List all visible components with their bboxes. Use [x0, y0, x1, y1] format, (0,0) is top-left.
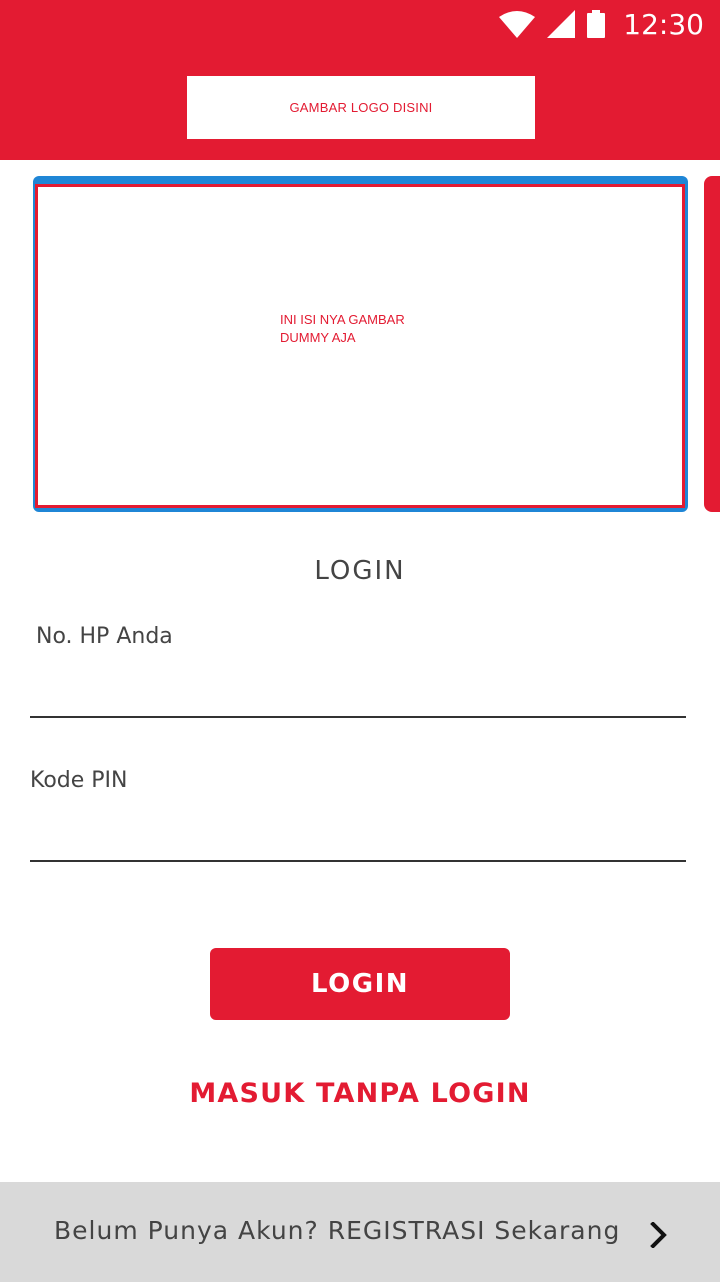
guest-login-link[interactable]: MASUK TANPA LOGIN — [0, 1078, 720, 1109]
carousel-slide-next[interactable] — [704, 176, 720, 512]
signal-icon — [547, 10, 576, 38]
logo-placeholder-text: GAMBAR LOGO DISINI — [289, 100, 433, 115]
carousel-slide-current[interactable]: INI ISI NYA GAMBAR DUMMY AJA — [33, 176, 688, 512]
app-header: 12:30 GAMBAR LOGO DISINI — [0, 0, 720, 160]
chevron-right-icon — [650, 1222, 667, 1248]
phone-input[interactable] — [30, 678, 686, 718]
login-button[interactable]: LOGIN — [210, 948, 510, 1020]
register-bar[interactable]: Belum Punya Akun? REGISTRASI Sekarang — [0, 1182, 720, 1282]
pin-input[interactable] — [30, 822, 686, 862]
status-time: 12:30 — [623, 7, 704, 41]
register-text: Belum Punya Akun? REGISTRASI Sekarang — [54, 1216, 621, 1245]
dummy-banner-text: INI ISI NYA GAMBAR DUMMY AJA — [280, 312, 405, 345]
banner-carousel[interactable]: INI ISI NYA GAMBAR DUMMY AJA — [0, 160, 720, 520]
phone-label: No. HP Anda — [36, 624, 173, 649]
battery-icon — [587, 10, 606, 38]
login-button-label: LOGIN — [310, 969, 410, 999]
wifi-icon — [499, 11, 536, 38]
login-title: LOGIN — [314, 556, 406, 586]
status-bar: 12:30 — [0, 0, 720, 48]
status-icons: 12:30 — [499, 6, 704, 42]
dummy-banner-image: INI ISI NYA GAMBAR DUMMY AJA — [35, 184, 685, 508]
pin-label: Kode PIN — [30, 768, 128, 793]
logo-placeholder: GAMBAR LOGO DISINI — [187, 76, 535, 139]
